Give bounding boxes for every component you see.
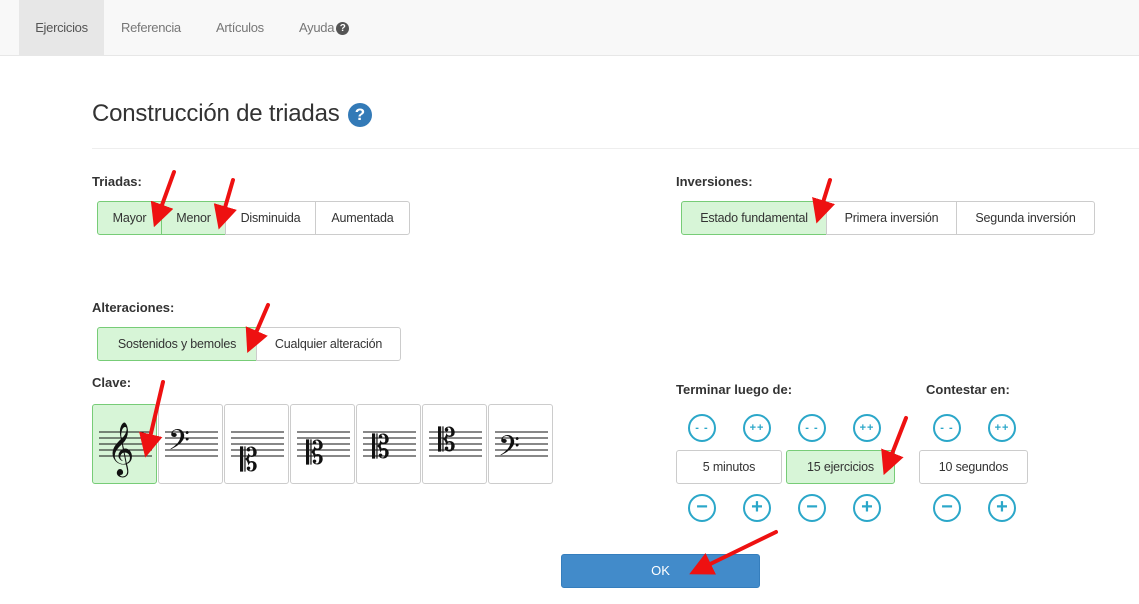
exercises-decrease-button[interactable]: − [798,494,826,522]
alteracion-cualquier-button[interactable]: Cualquier alteración [256,327,401,361]
svg-text:𝄡: 𝄡 [438,421,456,459]
exercises-increase-more-button[interactable]: ++ [853,414,881,442]
clef-option-c-low[interactable]: 𝄡 [224,404,289,484]
seconds-value[interactable]: 10 segundos [919,450,1028,484]
exercises-increase-button[interactable]: + [853,494,881,522]
top-navbar: Ejercicios Referencia Artículos Ayuda? [0,0,1139,56]
nav-item-articulos[interactable]: Artículos [216,0,264,56]
baritone-clef-icon: 𝄢 [495,430,548,470]
terminar-label: Terminar luego de: [676,382,793,397]
inversion-primera-button[interactable]: Primera inversión [826,201,957,235]
alteraciones-label: Alteraciones: [92,300,175,315]
clef-option-c-mid[interactable]: 𝄡 [290,404,355,484]
nav-item-ayuda[interactable]: Ayuda? [299,0,350,56]
minutes-increase-more-button[interactable]: ++ [743,414,771,442]
triada-disminuida-button[interactable]: Disminuida [225,201,316,235]
exercises-value[interactable]: 15 ejercicios [786,450,895,484]
minutes-increase-button[interactable]: + [743,494,771,522]
treble-clef-icon: 𝄞 [99,421,152,477]
page-title: Construcción de triadas [92,100,340,127]
triada-mayor-button[interactable]: Mayor [97,201,162,235]
svg-text:𝄢: 𝄢 [498,430,520,470]
triada-aumentada-button[interactable]: Aumentada [315,201,410,235]
inversion-segunda-button[interactable]: Segunda inversión [956,201,1095,235]
seconds-decrease-button[interactable]: − [933,494,961,522]
inversiones-label: Inversiones: [676,174,753,189]
triada-menor-button[interactable]: Menor [161,201,226,235]
triadas-label: Triadas: [92,174,142,189]
seconds-increase-button[interactable]: + [988,494,1016,522]
clave-label: Clave: [92,375,132,390]
clef-option-c-upper[interactable]: 𝄡 [356,404,421,484]
nav-item-ayuda-label: Ayuda [299,20,335,35]
nav-item-ejercicios[interactable]: Ejercicios [19,0,104,56]
svg-text:𝄡: 𝄡 [372,428,390,466]
c-clef-high-icon: 𝄡 [429,421,482,459]
svg-text:𝄞: 𝄞 [107,421,134,477]
bass-clef-icon: 𝄢 [165,424,218,464]
exercises-decrease-more-button[interactable]: - - [798,414,826,442]
clef-option-baritone[interactable]: 𝄢 [488,404,553,484]
svg-text:𝄡: 𝄡 [306,434,324,472]
seconds-increase-more-button[interactable]: ++ [988,414,1016,442]
help-icon: ? [336,22,350,35]
alteracion-sostenidos-bemoles-button[interactable]: Sostenidos y bemoles [97,327,257,361]
svg-text:𝄢: 𝄢 [168,424,190,464]
clef-option-c-high[interactable]: 𝄡 [422,404,487,484]
c-clef-upper-icon: 𝄡 [363,428,416,466]
nav-item-referencia[interactable]: Referencia [121,0,181,56]
seconds-decrease-more-button[interactable]: - - [933,414,961,442]
c-clef-mid-icon: 𝄡 [297,431,350,472]
question-icon[interactable]: ? [348,103,372,127]
minutes-decrease-more-button[interactable]: - - [688,414,716,442]
contestar-label: Contestar en: [926,382,1010,397]
minutes-decrease-button[interactable]: − [688,494,716,522]
inversion-fundamental-button[interactable]: Estado fundamental [681,201,827,235]
minutes-value[interactable]: 5 minutos [676,450,782,484]
clef-option-treble[interactable]: 𝄞 [92,404,157,484]
ok-button[interactable]: OK [561,554,760,588]
svg-text:𝄡: 𝄡 [240,441,258,479]
clef-option-bass[interactable]: 𝄢 [158,404,223,484]
c-clef-low-icon: 𝄡 [231,431,284,479]
divider [92,148,1139,149]
